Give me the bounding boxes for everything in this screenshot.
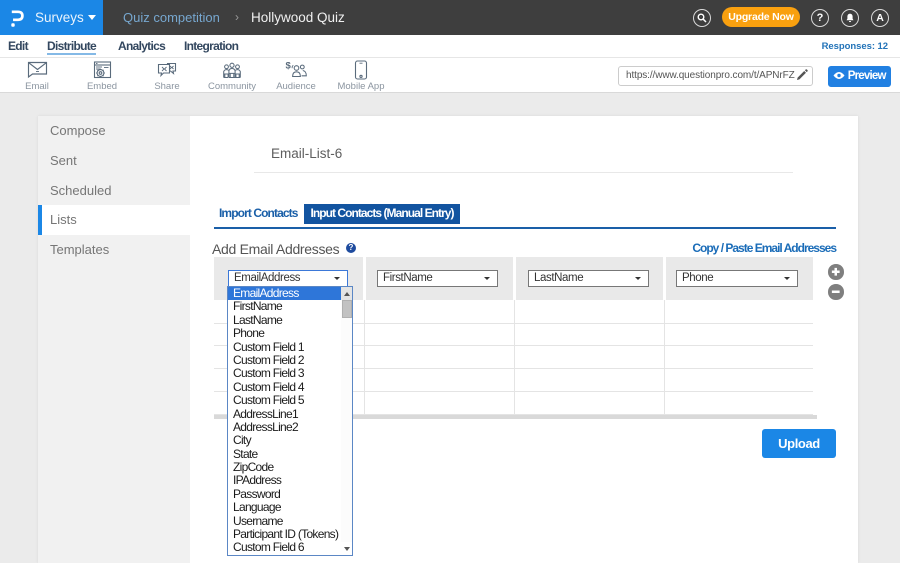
svg-text:$: $ [286, 61, 292, 72]
